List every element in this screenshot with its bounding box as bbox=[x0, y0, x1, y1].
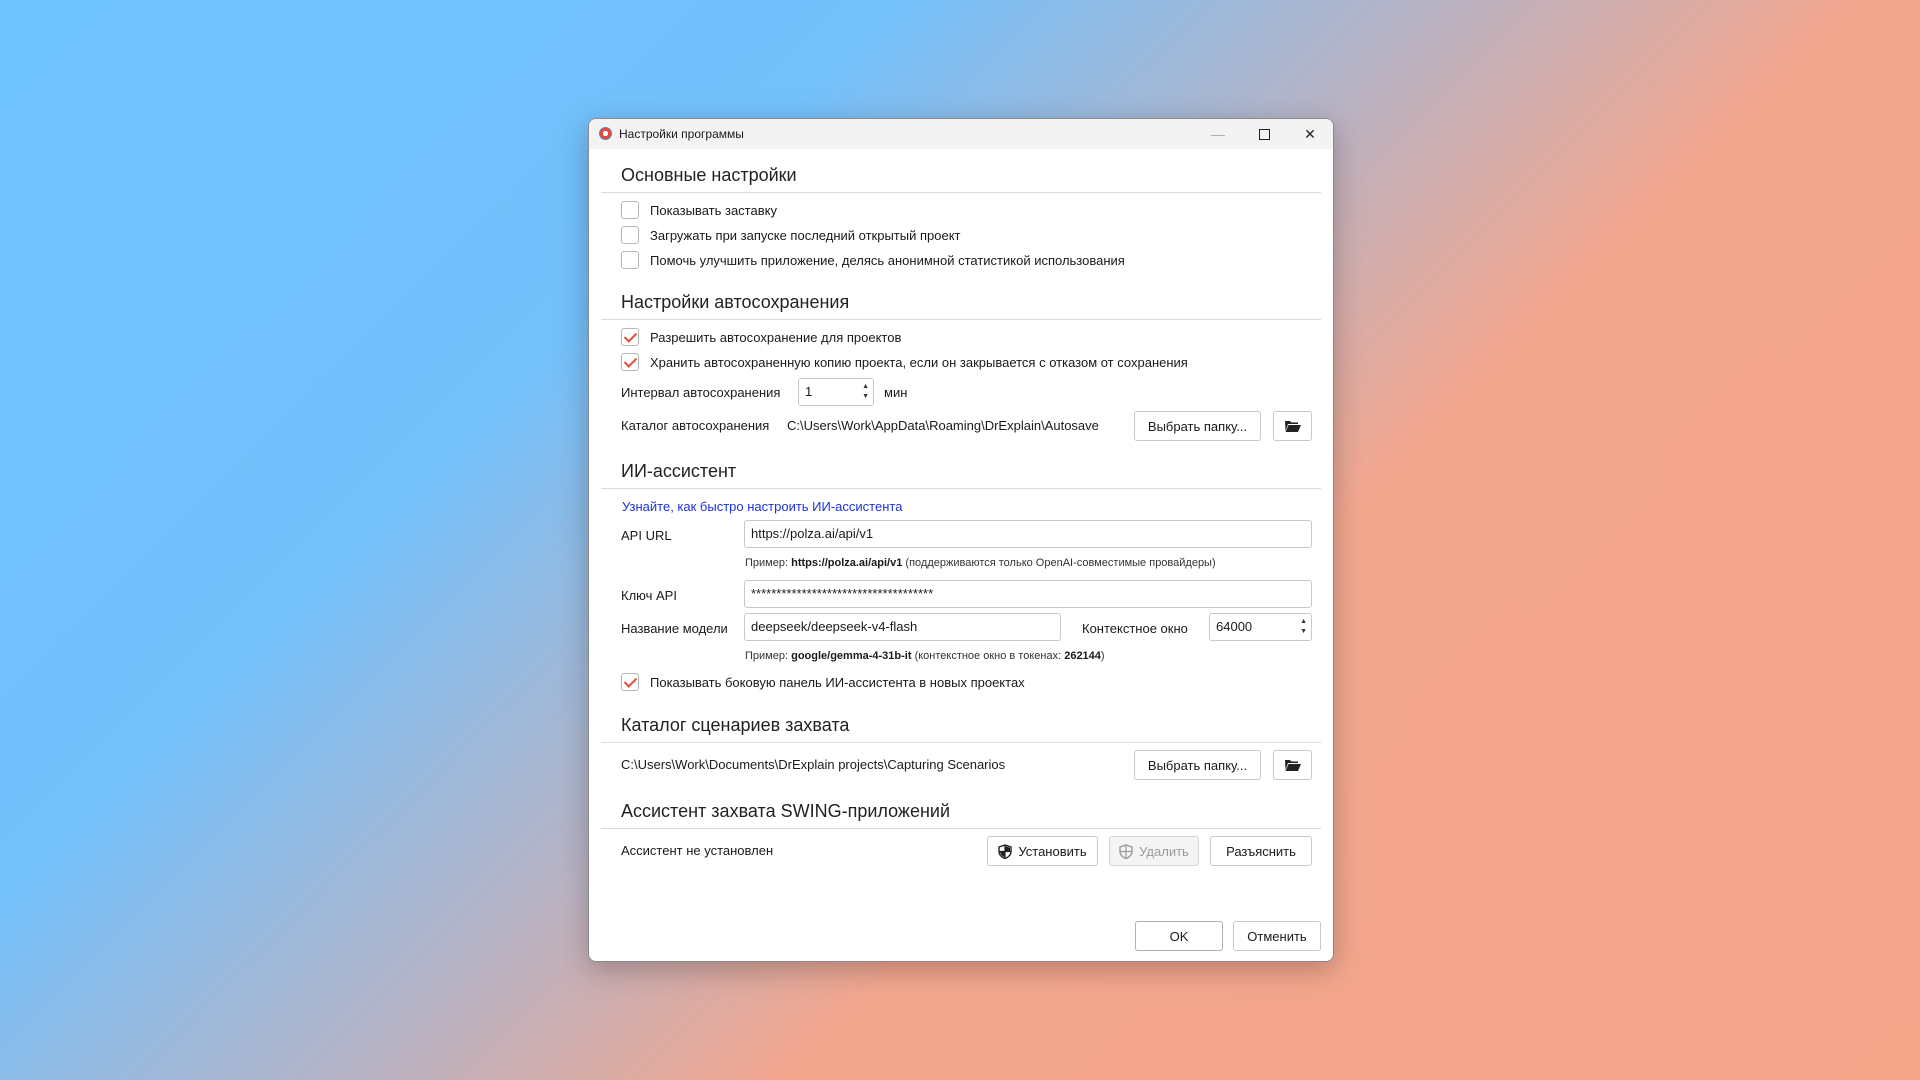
api-key-input[interactable]: ************************************ bbox=[744, 580, 1312, 608]
section-title-autosave: Настройки автосохранения bbox=[621, 292, 850, 312]
spin-arrows-icon[interactable]: ▲ ▼ bbox=[1300, 617, 1307, 637]
autosave-open-folder-button[interactable] bbox=[1273, 411, 1312, 441]
window-title: Настройки программы bbox=[619, 127, 744, 141]
divider bbox=[601, 488, 1321, 489]
shield-icon bbox=[1119, 843, 1133, 859]
swing-remove-label: Удалить bbox=[1139, 843, 1189, 859]
capture-dir-path: C:\Users\Work\Documents\DrExplain projec… bbox=[621, 757, 1006, 772]
settings-dialog: Настройки программы — ✕ Основные настрой… bbox=[588, 118, 1334, 962]
api-url-hint-example: https://polza.ai/api/v1 bbox=[791, 557, 903, 569]
ok-button[interactable]: OK bbox=[1135, 921, 1223, 951]
load-last-project-checkbox[interactable] bbox=[621, 226, 639, 244]
show-splash-checkbox[interactable] bbox=[621, 201, 639, 219]
share-statistics-checkbox[interactable] bbox=[621, 251, 639, 269]
capture-open-folder-button[interactable] bbox=[1273, 750, 1312, 780]
autosave-interval-unit: мин bbox=[884, 385, 908, 400]
api-url-hint-suffix: (поддерживаются только OpenAI-совместимы… bbox=[905, 557, 1216, 569]
divider bbox=[601, 828, 1321, 829]
folder-open-icon bbox=[1284, 760, 1301, 771]
show-splash-label: Показывать заставку bbox=[650, 203, 777, 218]
api-key-label: Ключ API bbox=[621, 588, 677, 603]
autosave-dir-path: C:\Users\Work\AppData\Roaming\DrExplain\… bbox=[787, 418, 1099, 433]
close-icon: ✕ bbox=[1304, 125, 1316, 142]
show-ai-panel-label: Показывать боковую панель ИИ-ассистента … bbox=[650, 675, 1025, 690]
maximize-icon bbox=[1258, 128, 1270, 140]
model-hint-mid: (контекстное окно в токенах: bbox=[914, 650, 1062, 662]
section-title-swing: Ассистент захвата SWING-приложений bbox=[621, 801, 951, 821]
model-hint-tokens: 262144 bbox=[1064, 650, 1101, 662]
minimize-icon: — bbox=[1211, 126, 1225, 142]
swing-explain-button[interactable]: Разъяснить bbox=[1210, 836, 1312, 866]
model-hint-prefix: Пример: bbox=[745, 650, 789, 662]
api-url-hint: Пример: https://polza.ai/api/v1 (поддерж… bbox=[745, 557, 1216, 569]
autosave-interval-value: 1 bbox=[805, 384, 813, 399]
minimize-button[interactable]: — bbox=[1195, 119, 1241, 149]
enable-autosave-checkbox[interactable] bbox=[621, 328, 639, 346]
shield-icon bbox=[998, 843, 1013, 859]
section-title-ai: ИИ-ассистент bbox=[621, 461, 737, 481]
api-url-label: API URL bbox=[621, 528, 672, 543]
model-name-label: Название модели bbox=[621, 621, 728, 636]
ai-help-link[interactable]: Узнайте, как быстро настроить ИИ-ассисте… bbox=[622, 499, 902, 514]
context-window-spinner[interactable]: 64000 ▲ ▼ bbox=[1209, 613, 1312, 641]
close-button[interactable]: ✕ bbox=[1287, 119, 1333, 149]
api-url-hint-prefix: Пример: bbox=[745, 557, 789, 569]
maximize-button[interactable] bbox=[1241, 119, 1287, 149]
model-hint-example: google/gemma-4-31b-it bbox=[791, 650, 912, 662]
show-ai-panel-checkbox[interactable] bbox=[621, 673, 639, 691]
autosave-interval-label: Интервал автосохранения bbox=[621, 385, 781, 400]
folder-open-icon bbox=[1284, 421, 1301, 432]
section-title-general: Основные настройки bbox=[621, 165, 797, 185]
title-bar: Настройки программы — ✕ bbox=[589, 119, 1333, 149]
swing-install-label: Установить bbox=[1018, 843, 1087, 859]
swing-install-button[interactable]: Установить bbox=[987, 836, 1098, 866]
app-logo-icon bbox=[599, 127, 612, 140]
enable-autosave-label: Разрешить автосохранение для проектов bbox=[650, 330, 902, 345]
context-window-value: 64000 bbox=[1216, 619, 1253, 634]
model-hint: Пример: google/gemma-4-31b-it (контекстн… bbox=[745, 650, 1105, 662]
autosave-interval-spinner[interactable]: 1 ▲ ▼ bbox=[798, 378, 874, 406]
divider bbox=[601, 192, 1321, 193]
spin-arrows-icon[interactable]: ▲ ▼ bbox=[862, 382, 869, 402]
section-title-capture: Каталог сценариев захвата bbox=[621, 715, 850, 735]
api-url-input[interactable]: https://polza.ai/api/v1 bbox=[744, 520, 1312, 548]
load-last-project-label: Загружать при запуске последний открытый… bbox=[650, 228, 961, 243]
context-window-label: Контекстное окно bbox=[1082, 621, 1188, 636]
autosave-dir-label: Каталог автосохранения bbox=[621, 418, 770, 433]
divider bbox=[601, 319, 1321, 320]
model-name-input[interactable]: deepseek/deepseek-v4-flash bbox=[744, 613, 1061, 641]
cancel-button[interactable]: Отменить bbox=[1233, 921, 1321, 951]
share-statistics-label: Помочь улучшить приложение, делясь анони… bbox=[650, 253, 1125, 268]
swing-status: Ассистент не установлен bbox=[621, 843, 774, 858]
capture-choose-folder-button[interactable]: Выбрать папку... bbox=[1134, 750, 1261, 780]
model-hint-end: ) bbox=[1100, 650, 1105, 662]
keep-autosave-copy-label: Хранить автосохраненную копию проекта, е… bbox=[650, 355, 1188, 370]
divider bbox=[601, 742, 1321, 743]
keep-autosave-copy-checkbox[interactable] bbox=[621, 353, 639, 371]
autosave-choose-folder-button[interactable]: Выбрать папку... bbox=[1134, 411, 1261, 441]
swing-remove-button[interactable]: Удалить bbox=[1109, 836, 1199, 866]
